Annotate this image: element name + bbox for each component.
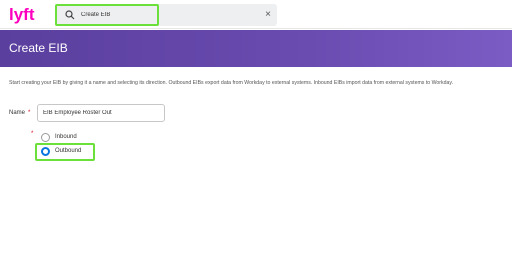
required-marker: *: [28, 110, 31, 116]
inbound-radio[interactable]: [41, 133, 50, 142]
inbound-label[interactable]: Inbound: [55, 134, 77, 140]
name-label-text: Name: [9, 110, 26, 116]
search-icon: [65, 10, 75, 20]
search-input[interactable]: [81, 8, 261, 22]
eib-name-field[interactable]: [37, 104, 165, 122]
name-label: Name *: [9, 110, 30, 116]
page-header: Create EIB: [0, 30, 512, 67]
page-title: Create EIB: [9, 41, 68, 55]
lyft-logo[interactable]: lyft: [9, 4, 37, 24]
intro-text: Start creating your EIB by giving it a n…: [9, 80, 454, 86]
outbound-label[interactable]: Outbound: [55, 148, 81, 154]
svg-text:lyft: lyft: [9, 5, 35, 24]
clear-search-icon[interactable]: ×: [262, 9, 274, 21]
top-bar: lyft ×: [0, 0, 512, 29]
search-bar[interactable]: ×: [55, 4, 277, 26]
direction-required-marker: *: [31, 131, 34, 137]
outbound-radio[interactable]: [41, 147, 50, 156]
